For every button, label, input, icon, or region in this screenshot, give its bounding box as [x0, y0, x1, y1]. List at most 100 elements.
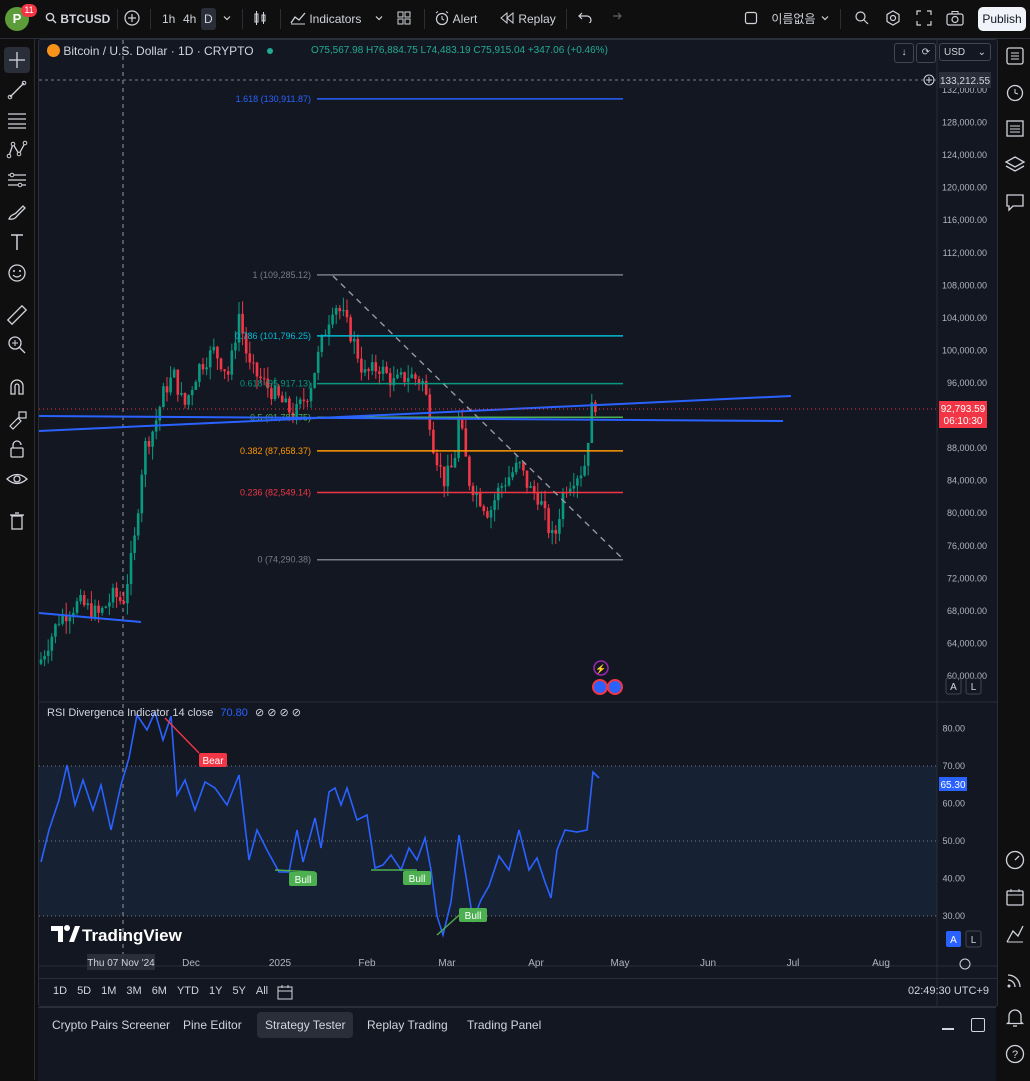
- currency-select[interactable]: USD ⌄: [939, 43, 991, 61]
- timeframe-1h[interactable]: 1h: [162, 8, 175, 30]
- sync-icon[interactable]: ⟳: [916, 43, 936, 63]
- auto-scale-button[interactable]: A: [950, 682, 957, 693]
- go-to-date-icon[interactable]: [277, 984, 293, 1000]
- pattern-icon[interactable]: [4, 137, 30, 163]
- range-button-3m[interactable]: 3M: [126, 985, 141, 997]
- candle-body: [435, 453, 439, 466]
- price-tick: 100,000.00: [942, 345, 987, 355]
- layout-name-button[interactable]: 이름없음: [744, 8, 816, 30]
- candle-body: [172, 369, 176, 378]
- replay-button[interactable]: Replay: [499, 8, 556, 30]
- rsi-auto-scale-button[interactable]: A: [950, 935, 957, 946]
- candle-body: [486, 511, 489, 518]
- symbol-search[interactable]: BTCUSD: [45, 8, 110, 30]
- symbol-title[interactable]: Bitcoin / U.S. Dollar · 1D · CRYPTO: [63, 44, 253, 58]
- time-axis-settings-icon[interactable]: [959, 958, 971, 970]
- pine-script-icon[interactable]: [1004, 923, 1026, 945]
- candle-body: [540, 501, 543, 505]
- indicators-button[interactable]: Indicators: [290, 8, 361, 30]
- trash-icon[interactable]: [4, 508, 30, 534]
- range-button-1y[interactable]: 1Y: [209, 985, 222, 997]
- trend-line-icon[interactable]: [4, 77, 30, 103]
- publish-button[interactable]: Publish: [978, 7, 1026, 31]
- timeframe-d[interactable]: D: [201, 8, 216, 30]
- timeframe-4h[interactable]: 4h: [183, 8, 196, 30]
- fullscreen-button[interactable]: [916, 8, 932, 30]
- candle-body: [212, 346, 216, 351]
- time-label: Aug: [872, 958, 890, 969]
- zoom-in-icon[interactable]: [4, 332, 30, 358]
- trend-line-upper[interactable]: [39, 395, 792, 432]
- speedometer-icon[interactable]: [1004, 849, 1026, 871]
- forecast-tools-icon[interactable]: [4, 167, 30, 193]
- fib-retracement[interactable]: 1.618 (130,911.87) 1 (109,285.12) 0.786 (1…: [235, 94, 623, 565]
- range-button-6m[interactable]: 6M: [152, 985, 167, 997]
- alerts-clock-icon[interactable]: [1004, 81, 1026, 103]
- tab-replay-trading[interactable]: Replay Trading: [359, 1012, 456, 1038]
- candle-body: [140, 474, 144, 514]
- range-button-1d[interactable]: 1D: [53, 985, 67, 997]
- brush-icon[interactable]: [4, 199, 30, 225]
- alert-button[interactable]: Alert: [434, 8, 477, 30]
- chart-type-button[interactable]: [252, 8, 268, 30]
- range-button-ytd[interactable]: YTD: [177, 985, 199, 997]
- lock-drawing-icon[interactable]: [4, 406, 30, 432]
- rsi-current-value: 65.30: [940, 780, 965, 791]
- fib-level-label: 0 (74,290.38): [257, 555, 311, 565]
- layout-dropdown[interactable]: [820, 8, 830, 30]
- tab-pine-editor[interactable]: Pine Editor: [175, 1012, 250, 1038]
- fib-level-label: 0.618 (95,917.13): [240, 379, 311, 389]
- settings-button[interactable]: [885, 8, 901, 30]
- range-button-1m[interactable]: 1M: [101, 985, 116, 997]
- broadcast-icon[interactable]: [1004, 969, 1026, 991]
- range-button-all[interactable]: All: [256, 985, 268, 997]
- redo-button[interactable]: [608, 8, 622, 30]
- indicators-dropdown[interactable]: [374, 8, 384, 30]
- chart-canvas[interactable]: 1.618 (130,911.87) 1 (109,285.12) 0.786 (1…: [39, 40, 997, 1006]
- market-open-dot: [266, 48, 273, 54]
- candle-body: [100, 607, 104, 613]
- layouts-button[interactable]: [396, 8, 412, 30]
- tab-crypto-pairs-screener[interactable]: Crypto Pairs Screener: [44, 1012, 178, 1038]
- emoji-icon[interactable]: [4, 260, 30, 286]
- undo-button[interactable]: [578, 8, 592, 30]
- fib-retracement-icon[interactable]: [4, 107, 30, 133]
- fullscreen-icon: [916, 10, 932, 26]
- trend-line-lower[interactable]: [39, 612, 142, 623]
- quick-search-button[interactable]: [854, 8, 870, 30]
- rsi-axis[interactable]: 80.00 70.00 60.00 50.00 40.00 30.00: [942, 724, 965, 922]
- tab-strategy-tester[interactable]: Strategy Tester: [257, 1012, 354, 1038]
- chat-icon[interactable]: [1004, 191, 1026, 213]
- rsi-log-scale-button[interactable]: L: [971, 935, 977, 946]
- help-icon[interactable]: ?: [1004, 1043, 1026, 1065]
- layers-icon[interactable]: [1004, 154, 1026, 176]
- minimize-icon[interactable]: [942, 1028, 954, 1030]
- timeframe-dropdown[interactable]: [222, 8, 232, 30]
- lock-icon[interactable]: [4, 436, 30, 462]
- maximize-icon[interactable]: [971, 1018, 985, 1032]
- price-axis[interactable]: 132,000.00128,000.00124,000.00120,000.00…: [942, 85, 987, 681]
- compare-button[interactable]: [124, 8, 140, 30]
- magnet-icon[interactable]: [4, 374, 30, 400]
- range-button-5d[interactable]: 5D: [77, 985, 91, 997]
- ruler-icon[interactable]: [4, 302, 30, 328]
- snapshot-button[interactable]: [946, 8, 964, 30]
- price-tick: 88,000.00: [947, 443, 987, 453]
- text-icon[interactable]: [4, 229, 30, 255]
- candle-body: [367, 369, 370, 371]
- candle-body: [226, 371, 230, 375]
- clock[interactable]: 02:49:30 UTC+9: [908, 985, 989, 997]
- arrow-down-icon[interactable]: ↓: [894, 43, 914, 63]
- candle-body: [468, 456, 471, 486]
- log-scale-button[interactable]: L: [971, 682, 977, 693]
- calendar-icon[interactable]: [1004, 886, 1026, 908]
- eye-icon[interactable]: [4, 466, 30, 492]
- watchlist-icon[interactable]: [1004, 45, 1026, 67]
- events-markers[interactable]: ⚡: [592, 660, 623, 695]
- bell-icon[interactable]: [1004, 1006, 1026, 1028]
- rsi-title[interactable]: RSI Divergence Indicator 14 close: [47, 707, 213, 719]
- news-icon[interactable]: [1004, 117, 1026, 139]
- tab-trading-panel[interactable]: Trading Panel: [459, 1012, 549, 1038]
- crosshair-icon[interactable]: [4, 47, 30, 73]
- range-button-5y[interactable]: 5Y: [232, 985, 245, 997]
